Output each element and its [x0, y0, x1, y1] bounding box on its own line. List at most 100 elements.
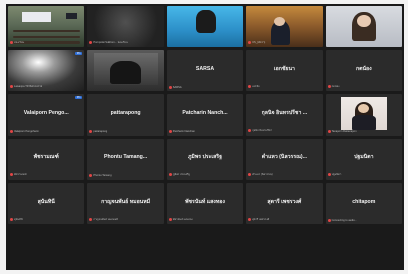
- caption-text: Tanaporn Rattanapon: [331, 130, 357, 134]
- participant-tile[interactable]: SARSA SARSA: [166, 50, 244, 92]
- caption-text: Lawanpa TR Bell ดอกไม้: [14, 85, 43, 89]
- participant-tile[interactable]: [325, 6, 402, 48]
- video-feed-shape: [351, 114, 376, 130]
- caption-text: ดำแหว (นิลวรรณ): [252, 173, 273, 177]
- pin-badge[interactable]: Pin: [74, 52, 83, 56]
- caption-text: กาญจนพันธ์ หมอนหมี: [93, 217, 118, 221]
- caption-text: Connecting to audio...: [331, 218, 357, 222]
- mic-muted-icon: [89, 130, 93, 134]
- caption-text: กตน้อง: [331, 85, 340, 89]
- participant-caption: พัชรามณฑ์: [10, 173, 82, 177]
- participant-caption: สุนันทินี: [10, 217, 82, 222]
- caption-text: กุลนิจ อินทรปรีชา: [252, 129, 273, 133]
- participant-tile[interactable]: เอกชัยนา เอกชัย: [246, 50, 323, 92]
- participant-tile[interactable]: Valaiporn Pengo... Valaiporn Pengoharm Pin: [8, 94, 85, 136]
- participant-tile[interactable]: Patcharin Nanch... Patcharin Nanchan: [166, 94, 244, 136]
- mic-muted-icon: [10, 130, 13, 134]
- mic-muted-icon: [248, 217, 252, 221]
- mic-muted-icon: [248, 85, 252, 89]
- mic-muted-icon: [89, 217, 93, 221]
- mic-muted-icon: [248, 40, 252, 44]
- participant-tile[interactable]: สุนันทินี สุนันทินี: [8, 182, 85, 224]
- caption-text: SARSA: [172, 86, 182, 90]
- participant-name: กาญจนพันธ์ หมอนหมี: [101, 198, 151, 205]
- participant-tile[interactable]: Tanaporn Rattanapon: [325, 94, 402, 136]
- participant-tile[interactable]: Phontu Tamang... Phontu Tamang: [87, 138, 164, 180]
- participant-tile[interactable]: สุดารี เพชรวงศ์ สุดารี เพชรวงศ์: [246, 182, 323, 224]
- participant-name: Patcharin Nanch...: [182, 110, 228, 117]
- caption-text: ห้องเรียน: [14, 41, 25, 45]
- participant-tile[interactable]: ปฐมนิดา ปฐมนิดา: [325, 138, 402, 180]
- video-feed-shape: [195, 10, 216, 33]
- participant-caption: Tanaporn Rattanapon: [327, 130, 400, 134]
- caption-text: Patcharin Nanchan: [172, 130, 195, 134]
- participant-name: สุนันทินี: [37, 198, 55, 205]
- participant-caption: pattarapong: [89, 130, 161, 134]
- participant-name: สุดารี เพชรวงศ์: [267, 198, 302, 205]
- participant-name: เอกชัยนา: [273, 66, 295, 73]
- mic-muted-icon: [168, 173, 172, 177]
- mic-muted-icon: [10, 40, 13, 44]
- participant-caption: SARSA: [168, 86, 241, 90]
- caption-text: Valaiporn Pengoharm: [14, 130, 39, 134]
- participant-tile[interactable]: [87, 50, 164, 92]
- participant-tile[interactable]: พัชรามณฑ์ พัชรามณฑ์: [8, 138, 85, 180]
- participant-caption: Connecting to audio...: [327, 218, 400, 222]
- caption-text: สุดารี เพชรวงศ์: [252, 217, 270, 221]
- participant-name: ภูมิพร ประเสริฐ: [188, 154, 222, 161]
- mic-muted-icon: [89, 40, 93, 44]
- participant-tile[interactable]: ห้องเรียน: [8, 6, 85, 48]
- mic-muted-icon: [248, 129, 252, 133]
- caption-text: พัชรนันท์ แสงทอง: [172, 217, 193, 221]
- participant-name: pattarapong: [110, 110, 141, 117]
- meeting-window: ห้องเรียน Pornpolat Sukhom... ห้องเรียน CS…: [6, 4, 404, 270]
- participant-tile[interactable]: [166, 6, 244, 48]
- participant-name: กุลนิจ อินทรปรีชา ...: [261, 110, 308, 117]
- caption-text: pattarapong: [93, 130, 108, 134]
- participant-tile[interactable]: Pornpolat Sukhom... ห้องเรียน: [87, 6, 164, 48]
- video-feed-shape: [66, 13, 77, 20]
- participant-caption: ปฐมนิดา: [327, 173, 400, 177]
- participant-tile[interactable]: ภูมิพร ประเสริฐ ภูมิพร ประเสริฐ: [166, 138, 244, 180]
- participant-caption: กุลนิจ อินทรปรีชา: [248, 129, 320, 133]
- caption-text: Pornpolat Sukhom... ห้องเรียน: [93, 41, 128, 45]
- mic-muted-icon: [10, 217, 13, 221]
- participant-name: ปฐมนิดา: [354, 154, 374, 161]
- caption-text: Phontu Tamang: [93, 174, 112, 178]
- mic-muted-icon: [10, 85, 13, 89]
- participant-caption: CS_(พัชรา): [248, 40, 320, 45]
- participant-tile[interactable]: Lawanpa TR Bell ดอกไม้ Pin: [8, 50, 85, 92]
- participant-tile[interactable]: ดำแหว (นิลวรรณ)... ดำแหว (นิลวรรณ): [246, 138, 323, 180]
- participant-caption: กตน้อง: [327, 85, 400, 89]
- mic-muted-icon: [248, 173, 252, 177]
- participant-caption: Valaiporn Pengoharm: [10, 130, 82, 134]
- caption-text: สุนันทินี: [14, 217, 23, 221]
- participant-caption: กาญจนพันธ์ หมอนหมี: [89, 217, 161, 222]
- video-feed-shape: [274, 16, 286, 26]
- participant-caption: Pornpolat Sukhom... ห้องเรียน: [89, 40, 161, 45]
- caption-text: ภูมิพร ประเสริฐ: [172, 173, 190, 177]
- participant-name: Phontu Tamang...: [104, 154, 148, 161]
- video-feed-shape: [12, 29, 80, 33]
- participant-tile[interactable]: pattarapong pattarapong: [87, 94, 164, 136]
- participant-tile[interactable]: กุลนิจ อินทรปรีชา ... กุลนิจ อินทรปรีชา: [246, 94, 323, 136]
- mic-muted-icon: [327, 173, 331, 177]
- pin-badge[interactable]: Pin: [74, 96, 83, 100]
- caption-text: พัชรามณฑ์: [14, 173, 27, 177]
- participant-tile[interactable]: กตน้อง กตน้อง: [325, 50, 402, 92]
- participant-tile[interactable]: CS_(พัชรา): [246, 6, 323, 48]
- mic-muted-icon: [327, 85, 331, 89]
- mic-muted-icon: [168, 86, 172, 90]
- video-feed-shape: [12, 35, 80, 39]
- video-feed-shape: [110, 60, 141, 84]
- participant-caption: ห้องเรียน: [10, 40, 82, 45]
- caption-text: ปฐมนิดา: [331, 173, 342, 177]
- participant-tile[interactable]: กาญจนพันธ์ หมอนหมี กาญจนพันธ์ หมอนหมี: [87, 182, 164, 224]
- participant-tile[interactable]: chitapom Connecting to audio...: [325, 182, 402, 224]
- participant-name: SARSA: [195, 66, 215, 73]
- participant-name: พัชรนันท์ แสงทอง: [185, 198, 225, 205]
- mic-muted-icon: [327, 130, 331, 134]
- participant-name: ดำแหว (นิลวรรณ)...: [261, 154, 307, 161]
- participant-grid: ห้องเรียน Pornpolat Sukhom... ห้องเรียน CS…: [8, 6, 402, 268]
- participant-tile[interactable]: พัชรนันท์ แสงทอง พัชรนันท์ แสงทอง: [166, 182, 244, 224]
